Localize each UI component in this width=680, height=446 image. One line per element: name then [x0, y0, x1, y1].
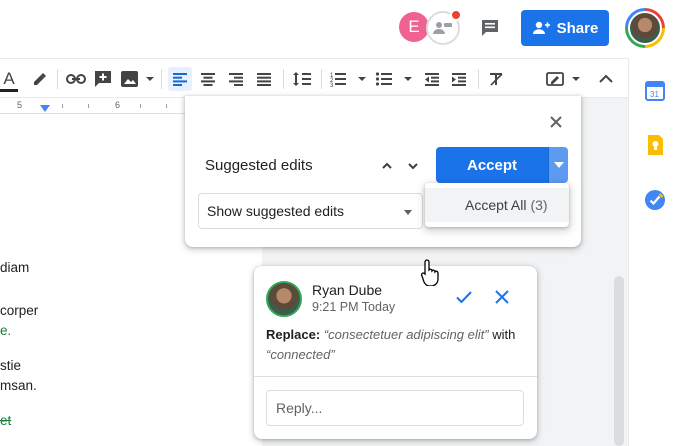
- close-icon[interactable]: [547, 113, 565, 131]
- chevron-down-icon: [404, 210, 412, 215]
- chevron-down-icon: [553, 162, 564, 168]
- svg-text:31: 31: [650, 90, 659, 99]
- accept-all-count: (3): [530, 197, 548, 213]
- keep-icon[interactable]: [644, 134, 666, 156]
- justify-icon[interactable]: [253, 67, 275, 91]
- ruler-tick: [62, 104, 63, 108]
- document-text-line[interactable]: msan.: [0, 378, 37, 393]
- reject-suggestion-icon[interactable]: [492, 287, 512, 307]
- accept-all-label: Accept All: [465, 197, 527, 213]
- tasks-icon[interactable]: [644, 189, 666, 211]
- reply-input[interactable]: [266, 390, 524, 426]
- suggested-edits-panel: Suggested edits Accept Show suggested ed…: [185, 96, 581, 247]
- side-panel: 31: [628, 58, 680, 446]
- ruler-mark: 5: [17, 100, 23, 110]
- replacement-text: “connected”: [266, 347, 335, 362]
- top-header: E Share: [0, 0, 680, 58]
- scrollbar-thumb[interactable]: [614, 276, 624, 446]
- insert-link-icon[interactable]: [66, 67, 86, 91]
- bulleted-list-icon[interactable]: [375, 67, 415, 91]
- svg-text:3: 3: [330, 83, 334, 87]
- collaborator-avatar[interactable]: E: [399, 12, 429, 42]
- collapse-menus-icon[interactable]: [596, 67, 616, 91]
- share-button[interactable]: Share: [521, 10, 609, 46]
- text-color-indicator: [0, 89, 18, 92]
- align-center-icon[interactable]: [197, 67, 219, 91]
- suggestion-action: Replace:: [266, 327, 321, 342]
- suggestion-description: Replace: “consectetuer adipiscing elit” …: [266, 325, 528, 365]
- horizontal-ruler[interactable]: 5 6: [0, 98, 190, 114]
- editing-mode-icon[interactable]: [546, 67, 582, 91]
- original-text: “consectetuer adipiscing elit”: [323, 327, 489, 342]
- numbered-list-icon[interactable]: 123: [329, 67, 367, 91]
- align-left-icon[interactable]: [168, 67, 192, 91]
- suggested-deletion-text[interactable]: et: [0, 413, 11, 428]
- toolbar-divider: [478, 69, 479, 89]
- divider: [254, 376, 537, 377]
- collaborator-initial: E: [408, 17, 420, 36]
- add-person-icon: [532, 21, 550, 34]
- toolbar-divider: [321, 69, 322, 89]
- accept-options-dropdown[interactable]: [548, 147, 568, 183]
- previous-suggestion-icon[interactable]: [378, 157, 396, 175]
- formatting-toolbar: A 123: [0, 58, 628, 98]
- document-text-line[interactable]: stie: [0, 358, 21, 373]
- accept-suggestion-icon[interactable]: [454, 287, 474, 307]
- toolbar-divider: [161, 69, 162, 89]
- view-mode-value: Show suggested edits: [207, 203, 344, 219]
- document-text-line[interactable]: corper: [0, 303, 38, 318]
- accept-all-menu-item[interactable]: Accept All (3): [425, 188, 569, 222]
- avatar: [266, 281, 302, 317]
- comment-timestamp: 9:21 PM Today: [312, 300, 396, 314]
- highlight-color-icon[interactable]: [29, 67, 49, 91]
- suggested-insertion-text[interactable]: e.: [0, 323, 11, 338]
- accept-label: Accept: [466, 156, 518, 174]
- hand-pointer-icon: [420, 258, 442, 287]
- text-color-icon[interactable]: A: [0, 67, 18, 91]
- indent-marker-icon[interactable]: [40, 105, 50, 112]
- accept-dropdown-menu: Accept All (3): [425, 183, 569, 227]
- ruler-mark: 6: [115, 100, 121, 110]
- ruler-tick: [140, 104, 141, 108]
- toolbar-divider: [283, 69, 284, 89]
- decrease-indent-icon[interactable]: [422, 67, 442, 91]
- comment-author: Ryan Dube: [312, 282, 383, 298]
- ruler-tick: [88, 104, 89, 108]
- share-label: Share: [556, 19, 599, 37]
- suggestion-comment-card[interactable]: Ryan Dube 9:21 PM Today Replace: “consec…: [254, 266, 537, 439]
- clear-formatting-icon[interactable]: [486, 67, 506, 91]
- suggestion-connector: with: [492, 327, 516, 342]
- line-spacing-icon[interactable]: [291, 67, 313, 91]
- view-mode-select[interactable]: Show suggested edits: [198, 193, 423, 229]
- comment-history-icon[interactable]: [477, 15, 503, 41]
- calendar-icon[interactable]: 31: [644, 80, 666, 102]
- account-avatar[interactable]: [625, 8, 665, 48]
- toolbar-divider: [57, 69, 58, 89]
- ruler-tick: [166, 104, 167, 108]
- add-comment-icon[interactable]: [93, 67, 113, 91]
- insert-image-icon[interactable]: [120, 67, 154, 91]
- next-suggestion-icon[interactable]: [404, 157, 422, 175]
- suggested-edits-title: Suggested edits: [205, 157, 313, 174]
- notification-dot: [450, 9, 462, 21]
- document-text-line[interactable]: diam: [0, 260, 29, 275]
- align-right-icon[interactable]: [225, 67, 247, 91]
- accept-button[interactable]: Accept: [436, 147, 548, 183]
- increase-indent-icon[interactable]: [449, 67, 469, 91]
